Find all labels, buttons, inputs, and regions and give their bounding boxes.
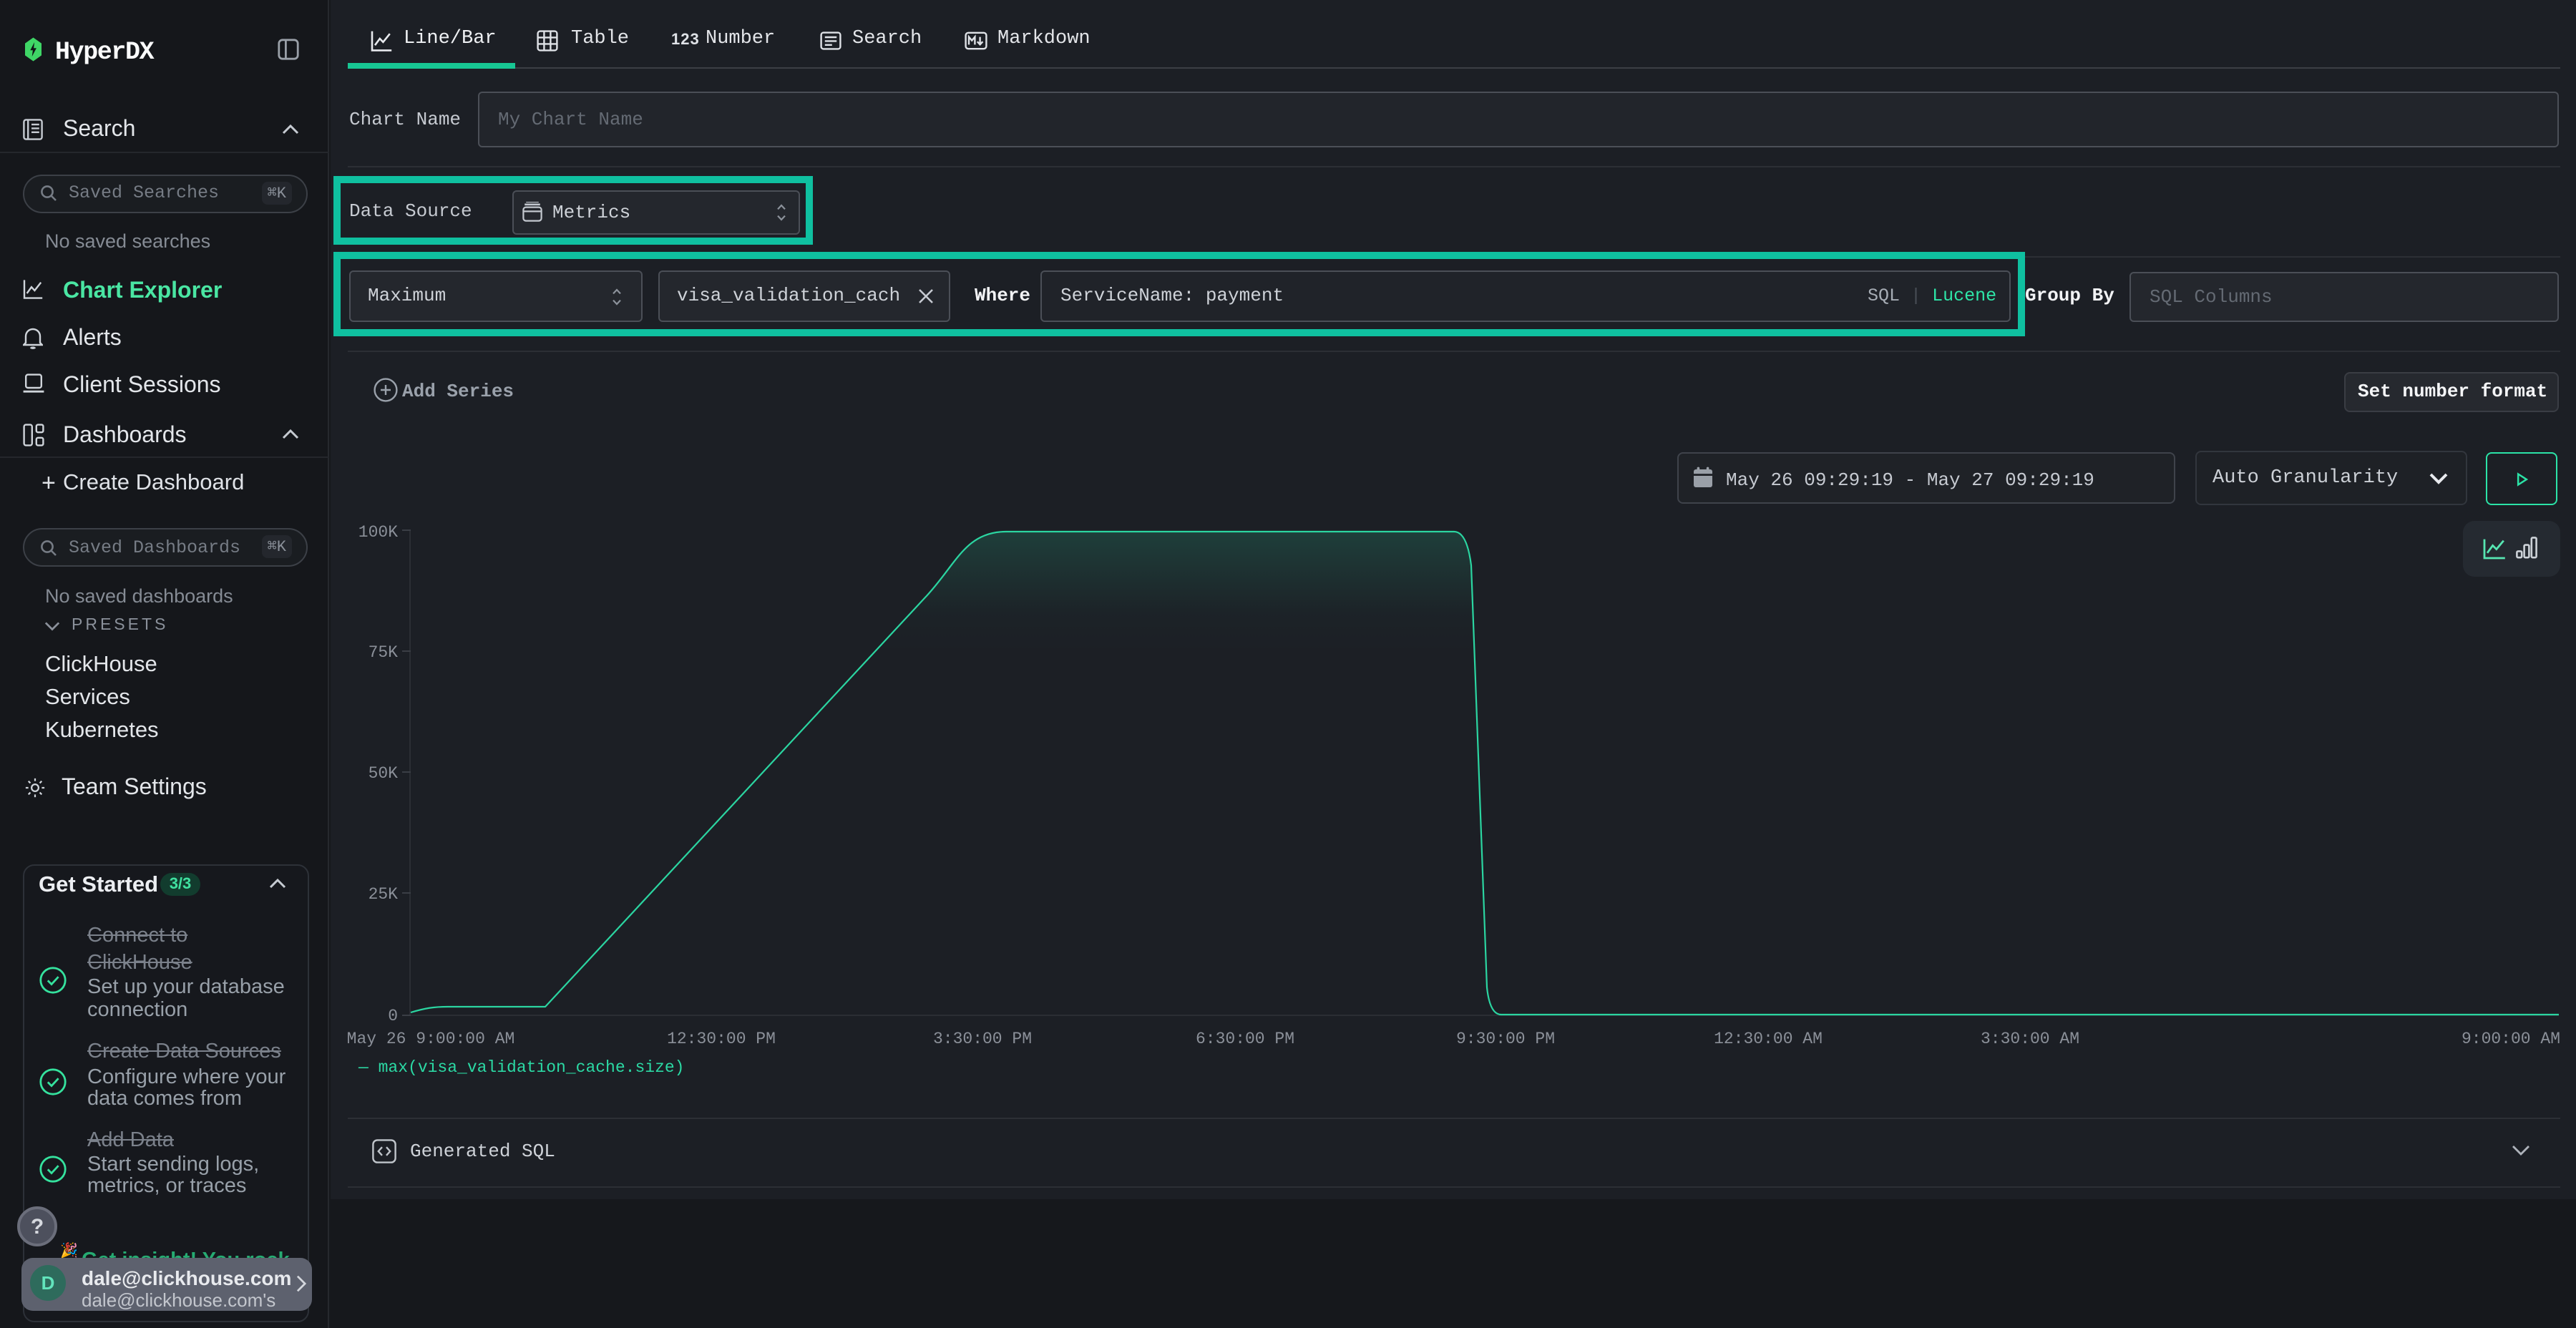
svg-text:100K: 100K [358, 523, 398, 542]
svg-text:9:30:00 PM: 9:30:00 PM [1456, 1030, 1555, 1048]
svg-text:0: 0 [388, 1007, 398, 1025]
svg-text:9:00:00 AM: 9:00:00 AM [2462, 1030, 2560, 1048]
svg-text:50K: 50K [369, 764, 399, 783]
svg-text:6:30:00 PM: 6:30:00 PM [1196, 1030, 1294, 1048]
svg-text:25K: 25K [369, 885, 399, 904]
svg-text:75K: 75K [369, 643, 399, 662]
svg-text:12:30:00 PM: 12:30:00 PM [667, 1030, 776, 1048]
svg-text:May 26 9:00:00 AM: May 26 9:00:00 AM [347, 1030, 515, 1048]
svg-text:3:30:00 PM: 3:30:00 PM [933, 1030, 1032, 1048]
svg-text:12:30:00 AM: 12:30:00 AM [1714, 1030, 1823, 1048]
svg-text:3:30:00 AM: 3:30:00 AM [1981, 1030, 2079, 1048]
